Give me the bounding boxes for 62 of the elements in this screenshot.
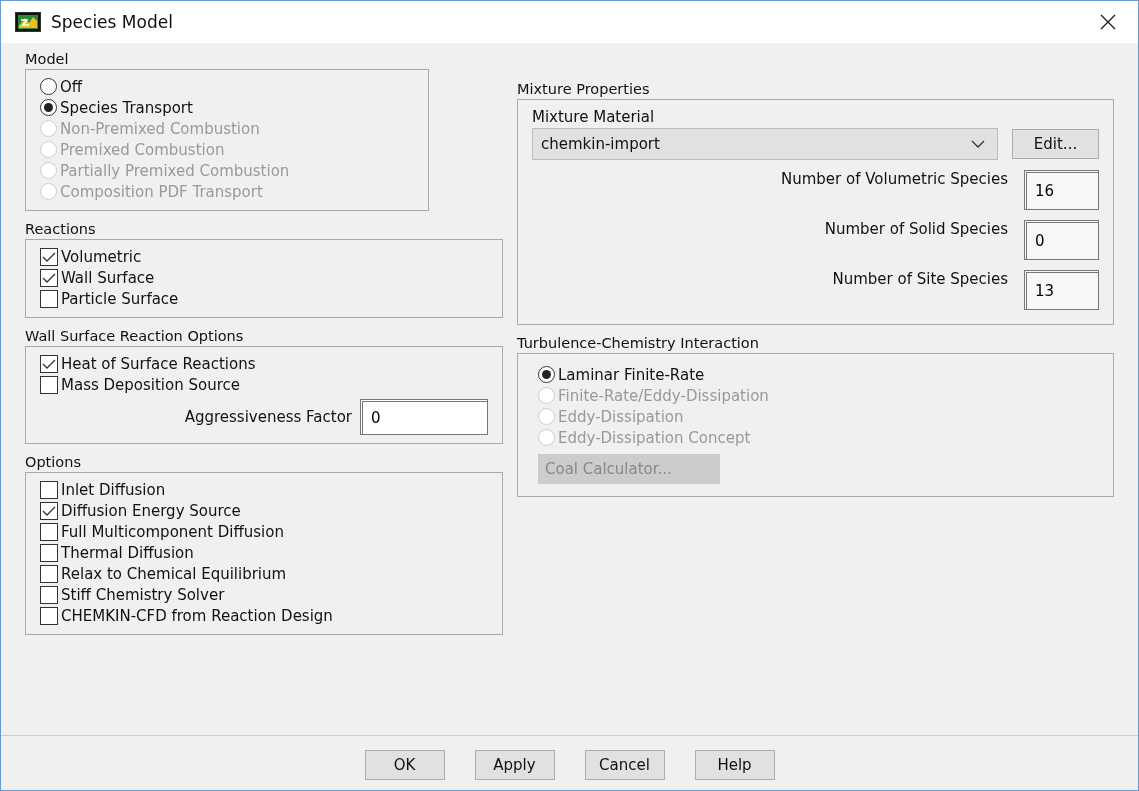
radio-button[interactable] [538, 366, 555, 383]
group-label: Wall Surface Reaction Options [25, 328, 245, 344]
radio-label: Non-Premixed Combustion [60, 119, 260, 138]
checkbox-label: Volumetric [61, 247, 142, 266]
dialog-button[interactable]: Cancel [584, 750, 665, 780]
field-label: Aggressiveness Factor [184, 408, 352, 426]
field-label: Number of Volumetric Species [781, 170, 1008, 188]
checkbox[interactable] [40, 268, 58, 287]
input-field[interactable]: 13 [1024, 270, 1099, 310]
dialog-button[interactable]: Help [694, 750, 775, 780]
radio-label: Off [60, 77, 83, 96]
radio-label: Partially Premixed Combustion [60, 161, 290, 180]
radio-label: Eddy-Dissipation Concept [558, 428, 751, 447]
checkbox[interactable] [40, 354, 58, 373]
checkbox[interactable] [40, 247, 58, 266]
close-icon[interactable] [1100, 14, 1116, 30]
chevron-down-icon [971, 140, 985, 148]
group-label: Model [25, 51, 70, 67]
checkbox-label: Particle Surface [61, 289, 179, 308]
checkbox-label: Thermal Diffusion [61, 543, 194, 562]
checkbox-label: CHEMKIN-CFD from Reaction Design [61, 606, 333, 625]
radio-label: Laminar Finite-Rate [558, 365, 705, 384]
checkbox[interactable] [40, 480, 58, 499]
input-field[interactable]: 0 [360, 399, 488, 435]
checkbox[interactable] [40, 289, 58, 308]
radio-button[interactable] [40, 99, 57, 116]
radio-label: Composition PDF Transport [60, 182, 263, 201]
checkbox-label: Mass Deposition Source [61, 375, 240, 394]
radio-button[interactable] [40, 78, 57, 95]
radio-label: Species Transport [60, 98, 193, 117]
field-label: Number of Site Species [832, 270, 1008, 288]
checkbox[interactable] [40, 501, 58, 520]
group-label: Reactions [25, 221, 97, 237]
checkbox-label: Inlet Diffusion [61, 480, 166, 499]
material-dropdown[interactable]: chemkin-import [532, 128, 998, 160]
radio-label: Finite-Rate/Eddy-Dissipation [558, 386, 769, 405]
checkbox[interactable] [40, 543, 58, 562]
group-label: Turbulence-Chemistry Interaction [517, 335, 760, 351]
checkbox-label: Relax to Chemical Equilibrium [61, 564, 287, 583]
checkbox-label: Full Multicomponent Diffusion [61, 522, 284, 541]
field-label: Mixture Material [532, 108, 656, 126]
checkbox[interactable] [40, 585, 58, 604]
group-label: Mixture Properties [517, 81, 651, 97]
radio-label: Eddy-Dissipation [558, 407, 684, 426]
checkbox[interactable] [40, 522, 58, 541]
window-title: Species Model [51, 12, 174, 32]
field-label: Number of Solid Species [824, 220, 1008, 238]
radio-label: Premixed Combustion [60, 140, 225, 159]
checkbox[interactable] [40, 564, 58, 583]
checkbox-label: Heat of Surface Reactions [61, 354, 256, 373]
group-label: Options [25, 454, 82, 470]
checkbox[interactable] [40, 606, 58, 625]
input-field[interactable]: 16 [1024, 170, 1099, 210]
checkbox[interactable] [40, 375, 58, 394]
edit-button[interactable]: Edit... [1012, 129, 1099, 159]
input-field[interactable]: 0 [1024, 220, 1099, 260]
dialog-button[interactable]: Apply [474, 750, 555, 780]
app-icon [15, 12, 41, 32]
checkbox-label: Diffusion Energy Source [61, 501, 241, 520]
dialog-button[interactable]: OK [364, 750, 445, 780]
checkbox-label: Wall Surface [61, 268, 155, 287]
checkbox-label: Stiff Chemistry Solver [61, 585, 225, 604]
